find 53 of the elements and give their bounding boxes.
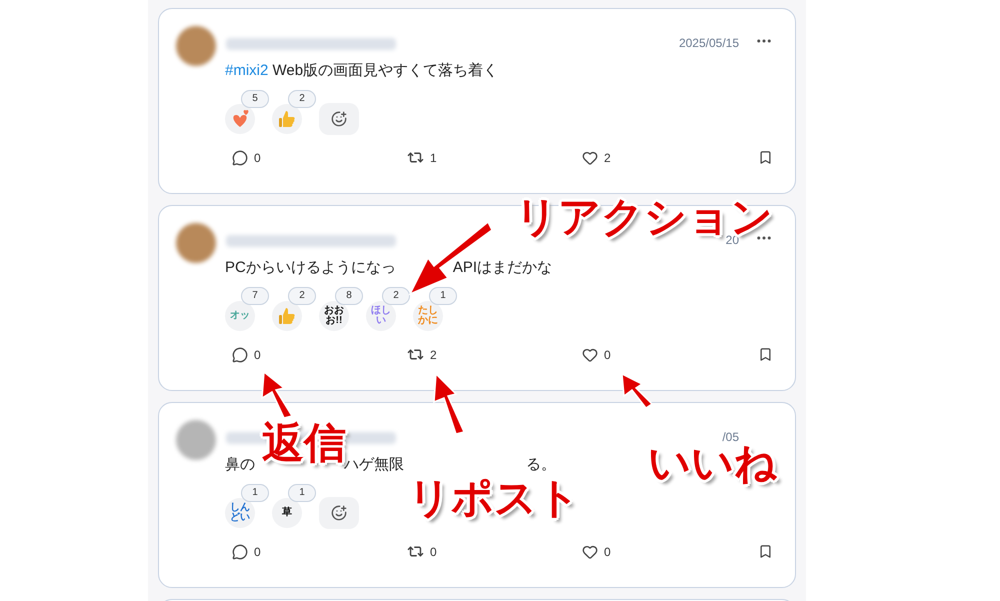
reaction-button[interactable] xyxy=(225,104,255,134)
repost-button[interactable]: 2 xyxy=(407,346,582,364)
reaction-count: 1 xyxy=(288,484,316,502)
sticker-text: 草 xyxy=(281,508,293,518)
reaction-count: 8 xyxy=(335,286,363,304)
like-button[interactable]: 2 xyxy=(582,148,611,166)
add-reaction-button[interactable] xyxy=(319,496,359,528)
comment-icon xyxy=(232,544,248,560)
post-date: 2025/05/15 xyxy=(678,35,739,52)
post-text: PCからいけるようになっ xyxy=(225,258,396,278)
reply-button[interactable]: 0 xyxy=(232,346,407,364)
bookmark-icon[interactable] xyxy=(758,347,773,362)
sticker-text: おおお!! xyxy=(323,306,345,326)
comment-icon xyxy=(232,346,248,362)
repost-button[interactable]: 0 xyxy=(407,542,582,560)
sticker-text: ほしい xyxy=(370,306,392,326)
reaction-count: 5 xyxy=(241,90,269,108)
reply-button[interactable]: 0 xyxy=(232,542,407,560)
hashtag-link[interactable]: #mixi2 xyxy=(225,60,268,82)
sticker-text: オッ xyxy=(229,310,251,320)
reaction-count: 1 xyxy=(241,484,269,502)
reaction-button[interactable]: 草 xyxy=(272,498,302,528)
smile-plus-icon xyxy=(331,504,347,520)
post-text: る。 xyxy=(526,455,556,475)
post-text: ハゲ無限 xyxy=(344,456,404,475)
smile-plus-icon xyxy=(331,110,347,126)
bookmark-icon[interactable] xyxy=(758,150,773,165)
heart-icon xyxy=(582,150,598,166)
reaction-count: 2 xyxy=(288,286,316,304)
reply-button[interactable]: 0 xyxy=(232,148,407,166)
heart-icon xyxy=(582,544,598,560)
reaction-count: 2 xyxy=(288,90,316,108)
post-text: APIはまだかな xyxy=(452,258,552,278)
post-text: Web版の画面見やすくて落ち着く xyxy=(272,61,498,81)
comment-icon xyxy=(232,150,248,166)
thumbs-up-icon xyxy=(277,306,297,326)
reaction-count: 1 xyxy=(429,286,457,304)
sticker-text: たしかに xyxy=(417,306,439,326)
heart-icon xyxy=(582,346,598,362)
sticker-text: しんどい xyxy=(229,502,251,522)
repost-button[interactable]: 1 xyxy=(407,148,582,166)
like-button[interactable]: 0 xyxy=(582,346,611,364)
bookmark-icon[interactable] xyxy=(758,544,773,559)
reaction-count: 2 xyxy=(382,286,410,304)
reaction-button[interactable]: しんどい xyxy=(225,498,255,528)
reaction-button[interactable]: おおお!! xyxy=(319,300,349,330)
thumbs-up-icon xyxy=(277,108,297,128)
add-reaction-button[interactable] xyxy=(319,102,359,134)
like-button[interactable]: 0 xyxy=(582,542,611,560)
annotation-label: 返信 xyxy=(262,422,346,464)
post-text: 鼻の xyxy=(225,455,255,475)
reaction-count: 7 xyxy=(241,286,269,304)
annotation-label: リポスト xyxy=(408,477,580,519)
